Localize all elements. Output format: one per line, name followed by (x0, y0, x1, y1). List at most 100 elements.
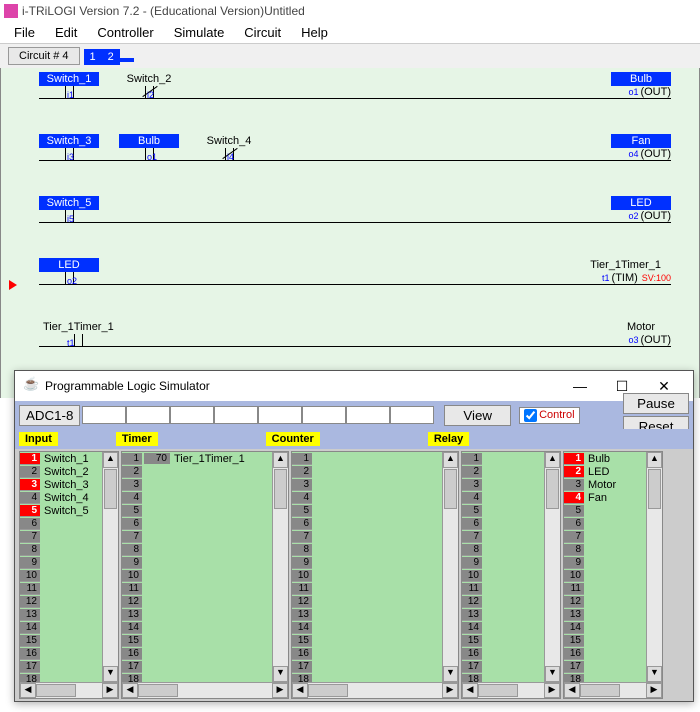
contact-switch_3[interactable]: Switch_3i3 (39, 134, 99, 160)
list-item[interactable]: 17 (122, 660, 272, 673)
scrollbar-horizontal[interactable]: ◀▶ (20, 682, 118, 698)
list-item[interactable]: 5 (564, 504, 646, 517)
list-item[interactable]: 3Switch_3 (20, 478, 102, 491)
rung-2[interactable]: Switch_3i3 Bulbo1 Switch_4i4 Fano4(OUT) (9, 130, 691, 192)
list-item[interactable]: 2 (292, 465, 442, 478)
list-item[interactable]: 18 (564, 673, 646, 682)
list-item[interactable]: 9 (462, 556, 544, 569)
list-item[interactable]: 7 (292, 530, 442, 543)
circuit-tab-2[interactable]: 2 (102, 49, 120, 65)
pause-button[interactable]: Pause (623, 393, 689, 414)
list-item[interactable]: 18 (292, 673, 442, 682)
list-item[interactable]: 2 (462, 465, 544, 478)
list-item[interactable]: 13 (462, 608, 544, 621)
scrollbar-horizontal[interactable]: ◀▶ (122, 682, 288, 698)
list-item[interactable]: 6 (292, 517, 442, 530)
list-item[interactable]: 18 (462, 673, 544, 682)
coil-tier_1timer_1[interactable]: Tier_1Timer_1t1(TIM)SV:100 (580, 258, 671, 284)
list-item[interactable]: 15 (292, 634, 442, 647)
sim-list[interactable]: 1Switch_12Switch_23Switch_34Switch_45Swi… (20, 452, 102, 682)
list-item[interactable]: 15 (20, 634, 102, 647)
adc-button[interactable]: ADC1-8 (19, 405, 80, 426)
adc-field-2[interactable] (126, 406, 170, 424)
scrollbar-vertical[interactable]: ▲▼ (442, 452, 458, 682)
adc-field-5[interactable] (258, 406, 302, 424)
list-item[interactable]: 16 (564, 647, 646, 660)
adc-field-1[interactable] (82, 406, 126, 424)
list-item[interactable]: 7 (122, 530, 272, 543)
coil-fan[interactable]: Fano4(OUT) (611, 134, 671, 160)
list-item[interactable]: 10 (122, 569, 272, 582)
rung-4[interactable]: LEDo2Tier_1Timer_1t1(TIM)SV:100 (9, 254, 691, 316)
list-item[interactable]: 16 (292, 647, 442, 660)
scrollbar-vertical[interactable]: ▲▼ (272, 452, 288, 682)
list-item[interactable]: 13 (564, 608, 646, 621)
menu-controller[interactable]: Controller (87, 23, 163, 42)
list-item[interactable]: 4Switch_4 (20, 491, 102, 504)
list-item[interactable]: 14 (462, 621, 544, 634)
rung-3[interactable]: Switch_5i5LEDo2(OUT) (9, 192, 691, 254)
list-item[interactable]: 4 (292, 491, 442, 504)
list-item[interactable]: 18 (122, 673, 272, 682)
list-item[interactable]: 8 (564, 543, 646, 556)
coil-bulb[interactable]: Bulbo1(OUT) (611, 72, 671, 98)
list-item[interactable]: 1 (462, 452, 544, 465)
list-item[interactable]: 8 (122, 543, 272, 556)
scrollbar-horizontal[interactable]: ◀▶ (292, 682, 458, 698)
list-item[interactable]: 6 (122, 517, 272, 530)
ladder-diagram[interactable]: Switch_1i1Switch_2i2Bulbo1(OUT)Switch_3i… (0, 68, 700, 398)
contact-bulb[interactable]: Bulbo1 (119, 134, 179, 160)
list-item[interactable]: 2Switch_2 (20, 465, 102, 478)
list-item[interactable]: 4 (462, 491, 544, 504)
list-item[interactable]: 16 (122, 647, 272, 660)
list-item[interactable]: 14 (564, 621, 646, 634)
rung-1[interactable]: Switch_1i1Switch_2i2Bulbo1(OUT) (9, 68, 691, 130)
scrollbar-vertical[interactable]: ▲▼ (102, 452, 118, 682)
contact-switch_4[interactable]: Switch_4i4 (199, 134, 259, 160)
list-item[interactable]: 10 (292, 569, 442, 582)
list-item[interactable]: 12 (564, 595, 646, 608)
contact-tier_1timer_1[interactable]: Tier_1Timer_1t1 (39, 320, 118, 346)
list-item[interactable]: 2 (122, 465, 272, 478)
list-item[interactable]: 5 (122, 504, 272, 517)
rung-5[interactable]: Tier_1Timer_1t1Motoro3(OUT) (9, 316, 691, 378)
list-item[interactable]: 11 (292, 582, 442, 595)
sim-list[interactable]: 170Tier_1Timer_1234567891011121314151617… (122, 452, 272, 682)
scrollbar-vertical[interactable]: ▲▼ (544, 452, 560, 682)
adc-field-4[interactable] (214, 406, 258, 424)
control-checkbox-group[interactable]: Control (519, 407, 579, 424)
list-item[interactable]: 12 (462, 595, 544, 608)
list-item[interactable]: 3 (292, 478, 442, 491)
scrollbar-horizontal[interactable]: ◀▶ (564, 682, 662, 698)
list-item[interactable]: 14 (122, 621, 272, 634)
list-item[interactable]: 2LED (564, 465, 646, 478)
list-item[interactable]: 11 (20, 582, 102, 595)
list-item[interactable]: 13 (292, 608, 442, 621)
list-item[interactable]: 18 (20, 673, 102, 682)
list-item[interactable]: 7 (564, 530, 646, 543)
list-item[interactable]: 13 (20, 608, 102, 621)
list-item[interactable]: 11 (462, 582, 544, 595)
list-item[interactable]: 6 (564, 517, 646, 530)
list-item[interactable]: 9 (564, 556, 646, 569)
coil-led[interactable]: LEDo2(OUT) (611, 196, 671, 222)
menu-simulate[interactable]: Simulate (164, 23, 235, 42)
circuit-tab-1[interactable]: 1 (84, 49, 102, 65)
list-item[interactable]: 5Switch_5 (20, 504, 102, 517)
scrollbar-horizontal[interactable]: ◀▶ (462, 682, 560, 698)
menu-help[interactable]: Help (291, 23, 338, 42)
list-item[interactable]: 9 (122, 556, 272, 569)
list-item[interactable]: 17 (462, 660, 544, 673)
list-item[interactable]: 7 (20, 530, 102, 543)
list-item[interactable]: 7 (462, 530, 544, 543)
list-item[interactable]: 16 (20, 647, 102, 660)
sim-list[interactable]: 123456789101112131415161718 (292, 452, 442, 682)
list-item[interactable]: 1Bulb (564, 452, 646, 465)
list-item[interactable]: 3Motor (564, 478, 646, 491)
adc-field-6[interactable] (302, 406, 346, 424)
list-item[interactable]: 5 (462, 504, 544, 517)
list-item[interactable]: 12 (20, 595, 102, 608)
list-item[interactable]: 14 (20, 621, 102, 634)
list-item[interactable]: 17 (20, 660, 102, 673)
list-item[interactable]: 14 (292, 621, 442, 634)
